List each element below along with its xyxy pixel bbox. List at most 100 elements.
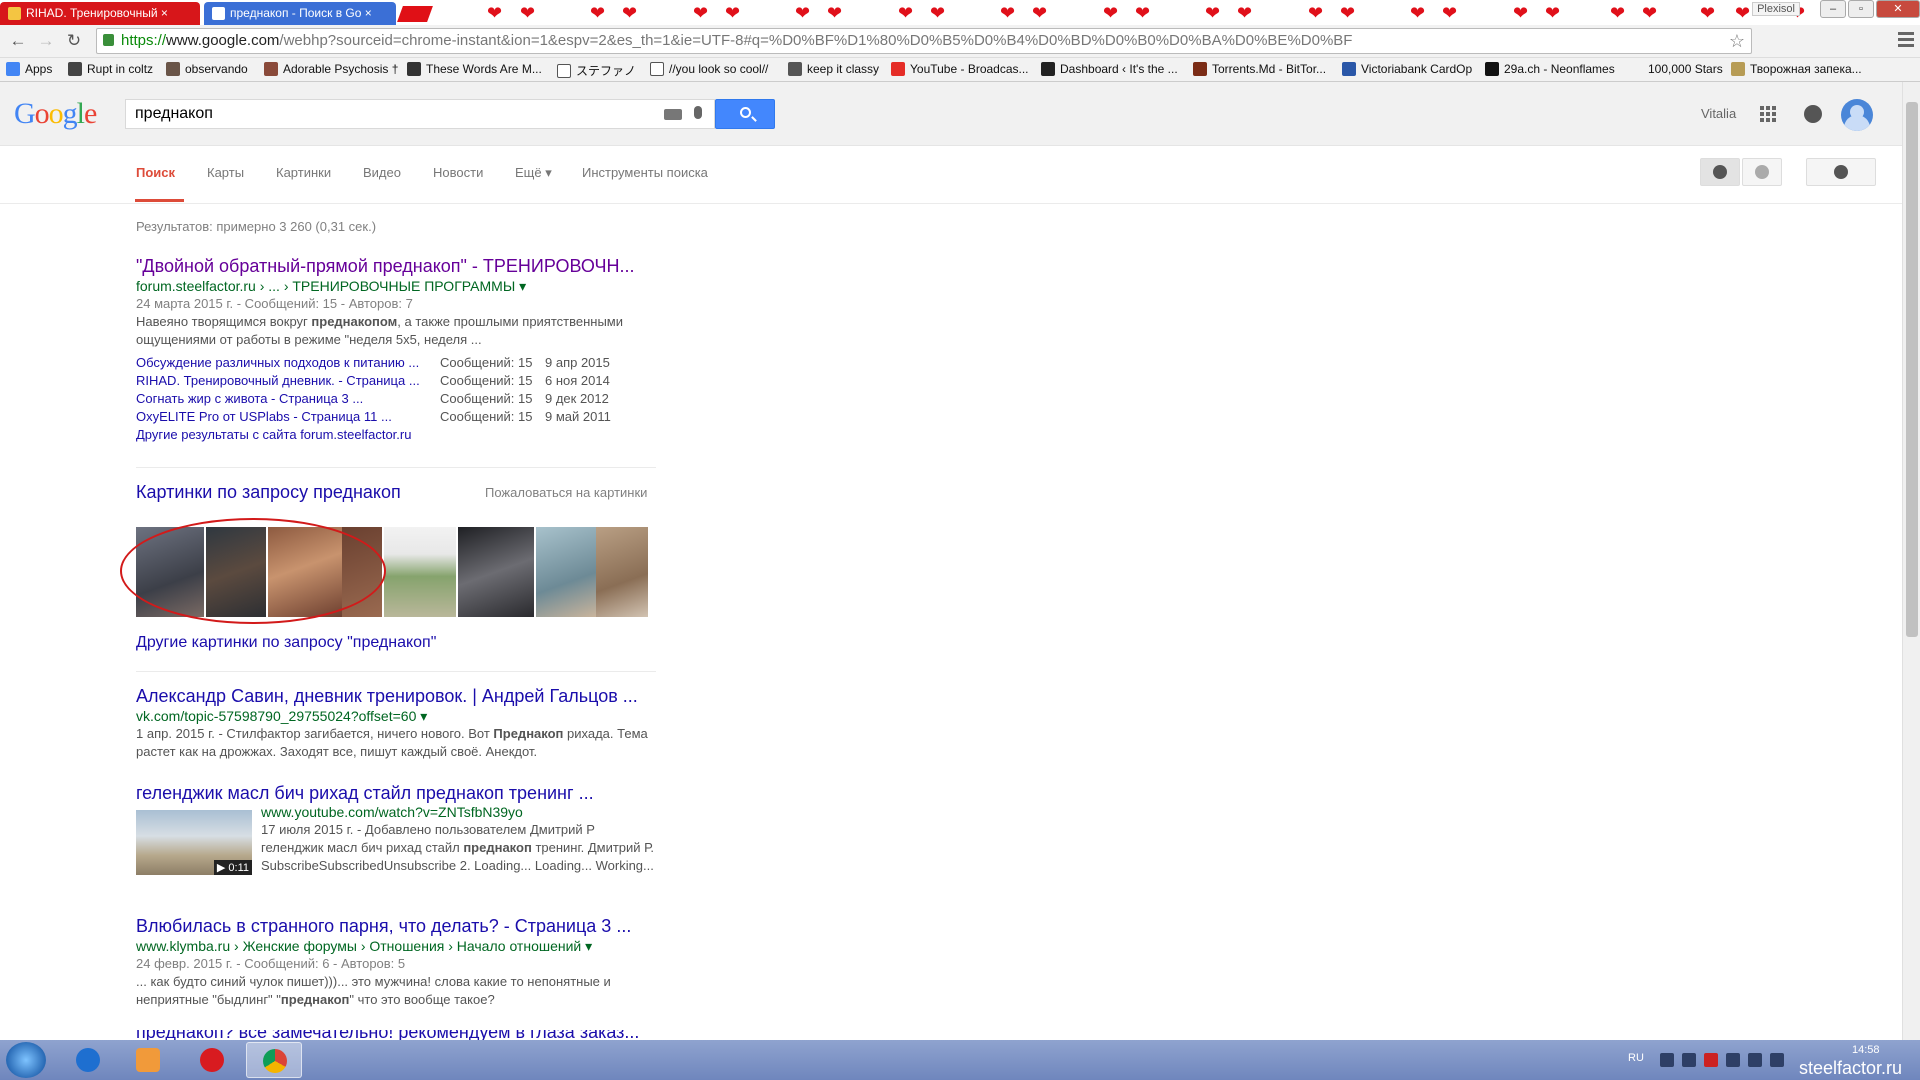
flag-icon[interactable] — [1748, 1053, 1762, 1067]
more-images-link[interactable]: Другие картинки по запросу "преднакоп" — [136, 634, 436, 652]
taskbar-chrome[interactable] — [246, 1042, 302, 1078]
heart-icon: ❤ — [898, 3, 914, 23]
result-title[interactable]: Влюбилась в странного парня, что делать?… — [136, 916, 631, 937]
reload-button[interactable]: ↻ — [62, 30, 86, 52]
personal-results-button[interactable] — [1700, 158, 1740, 186]
taskbar-media-player[interactable] — [120, 1042, 176, 1078]
heart-icon: ❤ — [1103, 3, 1119, 23]
sitelink-date: 9 апр 2015 — [545, 355, 610, 370]
forward-button[interactable]: → — [34, 30, 58, 52]
address-bar[interactable]: https://www.google.com/webhp?sourceid=ch… — [96, 28, 1752, 54]
bookmark-item[interactable]: Torrents.Md - BitTor... — [1193, 62, 1326, 76]
result-url[interactable]: forum.steelfactor.ru › ... › ТРЕНИРОВОЧН… — [136, 278, 526, 295]
new-tab-button[interactable] — [397, 6, 433, 22]
sitelink[interactable]: Согнать жир с живота - Страница 3 ... — [136, 391, 363, 406]
language-indicator[interactable]: RU — [1628, 1052, 1644, 1064]
maximize-button[interactable]: ▫ — [1848, 0, 1874, 18]
taskbar-teamviewer[interactable] — [60, 1042, 116, 1078]
image-thumbnail[interactable] — [536, 527, 596, 617]
tray-icon[interactable] — [1726, 1053, 1740, 1067]
microphone-icon[interactable] — [694, 106, 702, 119]
user-name-link[interactable]: Vitalia — [1701, 106, 1736, 121]
bookmark-item[interactable]: Victoriabank CardOp — [1342, 62, 1472, 76]
result-title[interactable]: "Двойной обратный-прямой преднакоп" - ТР… — [136, 256, 635, 277]
result-title[interactable]: Александр Савин, дневник тренировок. | А… — [136, 686, 638, 707]
browser-toolbar: ← → ↻ https://www.google.com/webhp?sourc… — [0, 25, 1920, 58]
bookmark-star-icon[interactable]: ☆ — [1729, 31, 1745, 52]
result-url[interactable]: www.youtube.com/watch?v=ZNTsfbN39yo — [261, 804, 523, 820]
video-thumbnail[interactable]: ▶ 0:11 — [136, 810, 252, 875]
settings-button[interactable] — [1806, 158, 1876, 186]
notifications-bell-icon[interactable] — [1804, 105, 1822, 123]
tab-title: преднакоп - Поиск в Go × — [230, 6, 372, 20]
bookmark-item[interactable]: Adorable Psychosis † — [264, 62, 398, 76]
scrollbar-thumb[interactable] — [1906, 102, 1918, 637]
person-icon — [1713, 165, 1727, 179]
image-thumbnail[interactable] — [384, 527, 456, 617]
result-url[interactable]: www.klymba.ru › Женские форумы › Отношен… — [136, 938, 592, 955]
image-thumbnail[interactable] — [458, 527, 534, 617]
tab-news[interactable]: Новости — [433, 165, 483, 180]
report-images-link[interactable]: Пожаловаться на картинки — [485, 485, 647, 500]
bookmark-item[interactable]: Rupt in coltz — [68, 62, 153, 76]
tab-search-tools[interactable]: Инструменты поиска — [582, 165, 708, 180]
start-button[interactable] — [6, 1042, 46, 1078]
search-input[interactable] — [126, 100, 646, 128]
dashboard-icon — [1041, 62, 1055, 76]
images-heading-link[interactable]: Картинки по запросу преднакоп — [136, 482, 401, 503]
browser-tab-rihad[interactable]: RIHAD. Тренировочный × — [0, 2, 200, 25]
sitelink-date: 9 май 2011 — [545, 409, 611, 424]
tab-search[interactable]: Поиск — [136, 165, 175, 180]
bookmark-item[interactable]: observando — [166, 62, 248, 76]
sitelink[interactable]: RIHAD. Тренировочный дневник. - Страница… — [136, 373, 420, 388]
tab-maps[interactable]: Карты — [207, 165, 244, 180]
bookmark-item[interactable]: 100,000 Stars — [1648, 62, 1723, 76]
minimize-button[interactable]: – — [1820, 0, 1846, 18]
heart-icon: ❤ — [622, 3, 638, 23]
search-button[interactable] — [715, 99, 775, 129]
antivirus-icon[interactable] — [1704, 1053, 1718, 1067]
taskbar-opera[interactable] — [184, 1042, 240, 1078]
network-icon[interactable] — [1660, 1053, 1674, 1067]
clock[interactable]: 14:58 — [1852, 1044, 1880, 1056]
tab-video[interactable]: Видео — [363, 165, 401, 180]
heart-icon: ❤ — [1135, 3, 1151, 23]
result-url[interactable]: vk.com/topic-57598790_29755024?offset=60… — [136, 708, 427, 725]
bookmark-apps[interactable]: Apps — [6, 62, 52, 76]
google-logo[interactable]: Google — [14, 97, 97, 131]
tray-icon[interactable] — [1682, 1053, 1696, 1067]
tab-images[interactable]: Картинки — [276, 165, 331, 180]
media-player-icon — [136, 1048, 160, 1072]
close-window-button[interactable]: ✕ — [1876, 0, 1920, 18]
keyboard-icon[interactable] — [664, 109, 682, 120]
volume-icon[interactable] — [1770, 1053, 1784, 1067]
avatar-icon — [407, 62, 421, 76]
bookmark-item[interactable]: These Words Are M... — [407, 62, 542, 76]
bookmark-item[interactable]: Творожная запека... — [1731, 62, 1862, 76]
apps-grid-icon[interactable] — [1760, 106, 1776, 122]
more-from-site-link[interactable]: Другие результаты с сайта forum.steelfac… — [136, 427, 411, 442]
tab-more[interactable]: Ещё ▾ — [515, 165, 552, 181]
sitelink-count: Сообщений: 15 — [440, 373, 533, 388]
lock-icon — [103, 34, 114, 46]
result-title[interactable]: геленджик масл бич рихад стайл преднакоп… — [136, 783, 594, 804]
back-button[interactable]: ← — [6, 30, 30, 52]
bookmark-item[interactable]: ステファノ — [557, 62, 636, 79]
tab-title: RIHAD. Тренировочный × — [26, 6, 168, 20]
sitelink[interactable]: Обсуждение различных подходов к питанию … — [136, 355, 419, 370]
page-scrollbar[interactable] — [1902, 82, 1920, 1040]
browser-menu-button[interactable] — [1898, 32, 1914, 48]
bookmark-item[interactable]: keep it classy — [788, 62, 879, 76]
image-thumbnail[interactable] — [596, 527, 648, 617]
hide-personal-results-button[interactable] — [1742, 158, 1782, 186]
bookmark-item[interactable]: YouTube - Broadcas... — [891, 62, 1029, 76]
sitelink-date: 9 дек 2012 — [545, 391, 609, 406]
browser-tab-google[interactable]: преднакоп - Поиск в Go × — [204, 2, 396, 25]
bookmark-item[interactable]: //you look so cool// — [650, 62, 768, 76]
google-header: Google Vitalia — [0, 82, 1902, 146]
sitelink[interactable]: OxyELITE Pro от USPlabs - Страница 11 ..… — [136, 409, 392, 424]
bookmark-item[interactable]: 29a.ch - Neonflames — [1485, 62, 1615, 76]
bookmark-item[interactable]: Dashboard ‹ It's the ... — [1041, 62, 1178, 76]
avatar[interactable] — [1841, 99, 1873, 131]
result-title[interactable]: преднакоп? все замечательно! рекомендуем… — [136, 1030, 639, 1040]
